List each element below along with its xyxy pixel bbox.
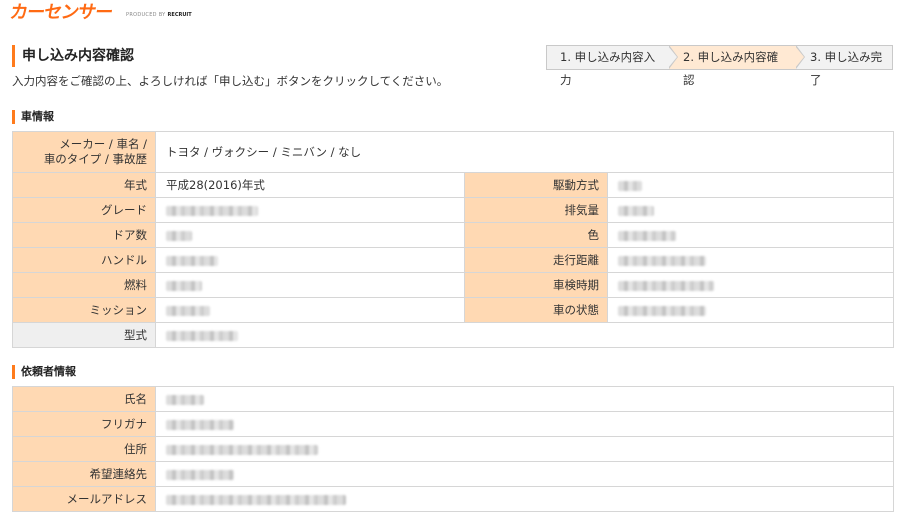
- car-info-section-title: 車情報: [12, 110, 54, 124]
- transmission-label: ミッション: [12, 297, 156, 323]
- condition-label: 車の状態: [464, 297, 608, 323]
- contact-label: 希望連絡先: [12, 461, 156, 487]
- table-row: メーカー / 車名 / 車のタイプ / 事故歴 トヨタ / ヴォクシー / ミニ…: [12, 131, 894, 173]
- step-arrow-icon: [795, 45, 805, 69]
- step-complete: 3. 申し込み完了: [796, 45, 893, 87]
- step-label: 1. 申し込み内容入力: [560, 50, 656, 87]
- email-label: メールアドレス: [12, 486, 156, 512]
- handle-value: [155, 247, 465, 273]
- maker-value: トヨタ / ヴォクシー / ミニバン / なし: [155, 131, 894, 173]
- table-row: 年式 平成28(2016)年式 駆動方式: [12, 172, 894, 198]
- fuel-value: [155, 272, 465, 298]
- maker-label: メーカー / 車名 / 車のタイプ / 事故歴: [12, 131, 156, 173]
- table-row: 氏名: [12, 386, 894, 412]
- progress-steps: 1. 申し込み内容入力 2. 申し込み内容確認 3. 申し込み完了: [546, 45, 893, 87]
- logo-text: カーセンサー: [8, 2, 114, 23]
- requester-info-table: 氏名 フリガナ 住所 希望連絡先 メールアドレス: [12, 386, 894, 512]
- instruction-text: 入力内容をご確認の上、よろしければ「申し込む」ボタンをクリックしてください。: [12, 74, 449, 88]
- step-confirm: 2. 申し込み内容確認: [669, 45, 805, 87]
- drive-value: [607, 172, 894, 198]
- mileage-label: 走行距離: [464, 247, 608, 273]
- maker-label-line2: 車のタイプ / 事故歴: [43, 152, 147, 166]
- table-row: 希望連絡先: [12, 461, 894, 487]
- table-row: グレード 排気量: [12, 197, 894, 223]
- step-input: 1. 申し込み内容入力: [546, 45, 678, 87]
- step-label: 2. 申し込み内容確認: [683, 50, 779, 87]
- grade-label: グレード: [12, 197, 156, 223]
- furigana-label: フリガナ: [12, 411, 156, 437]
- contact-value: [155, 461, 894, 487]
- car-info-table: メーカー / 車名 / 車のタイプ / 事故歴 トヨタ / ヴォクシー / ミニ…: [12, 131, 894, 348]
- table-row: 型式: [12, 322, 894, 348]
- condition-value: [607, 297, 894, 323]
- address-label: 住所: [12, 436, 156, 462]
- year-value: 平成28(2016)年式: [155, 172, 465, 198]
- doors-value: [155, 222, 465, 248]
- year-label: 年式: [12, 172, 156, 198]
- table-row: ドア数 色: [12, 222, 894, 248]
- fuel-label: 燃料: [12, 272, 156, 298]
- table-row: メールアドレス: [12, 486, 894, 512]
- drive-label: 駆動方式: [464, 172, 608, 198]
- maker-label-line1: メーカー / 車名 /: [59, 137, 147, 151]
- transmission-value: [155, 297, 465, 323]
- step-arrow-icon: [668, 45, 678, 69]
- grade-value: [155, 197, 465, 223]
- table-row: 燃料 車検時期: [12, 272, 894, 298]
- name-value: [155, 386, 894, 412]
- table-row: 住所: [12, 436, 894, 462]
- recruit-logo-text: RECRUIT: [167, 12, 192, 18]
- table-row: ミッション 車の状態: [12, 297, 894, 323]
- table-row: ハンドル 走行距離: [12, 247, 894, 273]
- requester-info-section-title: 依頼者情報: [12, 365, 76, 379]
- step-label: 3. 申し込み完了: [810, 50, 883, 87]
- color-value: [607, 222, 894, 248]
- displacement-label: 排気量: [464, 197, 608, 223]
- model-label: 型式: [12, 322, 156, 348]
- inspection-value: [607, 272, 894, 298]
- inspection-label: 車検時期: [464, 272, 608, 298]
- model-value: [155, 322, 894, 348]
- email-value: [155, 486, 894, 512]
- furigana-value: [155, 411, 894, 437]
- carsensor-logo[interactable]: カーセンサー PRODUCED BY RECRUIT: [8, 0, 192, 23]
- handle-label: ハンドル: [12, 247, 156, 273]
- name-label: 氏名: [12, 386, 156, 412]
- page-title: 申し込み内容確認: [12, 45, 134, 67]
- color-label: 色: [464, 222, 608, 248]
- table-row: フリガナ: [12, 411, 894, 437]
- mileage-value: [607, 247, 894, 273]
- address-value: [155, 436, 894, 462]
- doors-label: ドア数: [12, 222, 156, 248]
- displacement-value: [607, 197, 894, 223]
- produced-by-text: PRODUCED BY: [126, 12, 166, 18]
